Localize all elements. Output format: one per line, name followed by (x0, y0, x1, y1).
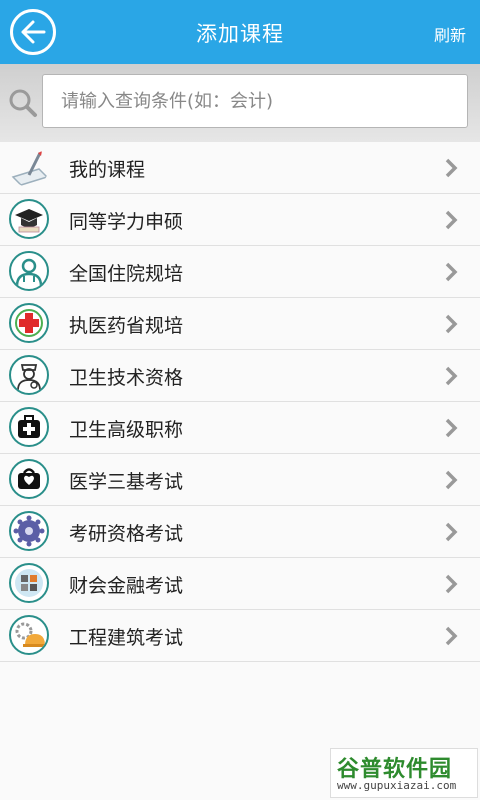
list-item-postgraduate-exam[interactable]: 考研资格考试 (0, 506, 480, 558)
list-item-label: 考研资格考试 (69, 523, 184, 545)
list-item-medical-basics-exam[interactable]: 医学三基考试 (0, 454, 480, 506)
page-title: 添加课程 (196, 22, 284, 46)
list-item-residency-training[interactable]: 全国住院规培 (0, 246, 480, 298)
refresh-button[interactable]: 刷新 (434, 22, 466, 46)
calculator-icon (9, 563, 49, 603)
chevron-right-icon (445, 366, 458, 386)
graduation-cap-icon (9, 199, 49, 239)
chevron-right-icon (445, 418, 458, 438)
list-item-label: 工程建筑考试 (69, 627, 184, 649)
chevron-right-icon (445, 626, 458, 646)
first-aid-box-icon (9, 459, 49, 499)
nurse-icon (9, 355, 49, 395)
list-item-label: 全国住院规培 (69, 263, 184, 285)
list-item-label: 卫生高级职称 (69, 419, 184, 441)
top-bar: 添加课程 刷新 (0, 0, 480, 64)
hard-hat-icon (9, 615, 49, 655)
chevron-right-icon (445, 262, 458, 282)
list-item-my-courses[interactable]: 我的课程 (0, 142, 480, 194)
course-category-list: 我的课程 同等学力申硕 全国住院规培 执医药省规培 卫生技术资格 卫生高级职称 … (0, 142, 480, 662)
watermark-url: www.gupuxiazai.com (337, 779, 457, 792)
list-item-label: 医学三基考试 (69, 471, 184, 493)
gear-badge-icon (9, 511, 49, 551)
search-field[interactable] (42, 74, 468, 128)
search-input[interactable] (43, 75, 467, 127)
chevron-right-icon (445, 158, 458, 178)
pen-paper-icon (9, 147, 49, 187)
list-item-equivalent-degree[interactable]: 同等学力申硕 (0, 194, 480, 246)
list-item-engineering-exam[interactable]: 工程建筑考试 (0, 610, 480, 662)
search-bar (0, 64, 480, 143)
chevron-right-icon (445, 470, 458, 490)
watermark: 谷普软件园 www.gupuxiazai.com (330, 748, 478, 798)
list-item-licensed-physician[interactable]: 执医药省规培 (0, 298, 480, 350)
list-item-label: 同等学力申硕 (69, 211, 184, 233)
list-item-label: 财会金融考试 (69, 575, 184, 597)
chevron-right-icon (445, 210, 458, 230)
list-item-label: 执医药省规培 (69, 315, 184, 337)
chevron-right-icon (445, 574, 458, 594)
list-item-label: 我的课程 (69, 159, 146, 181)
chevron-right-icon (445, 522, 458, 542)
medical-kit-icon (9, 407, 49, 447)
list-item-senior-health-title[interactable]: 卫生高级职称 (0, 402, 480, 454)
chevron-right-icon (445, 314, 458, 334)
doctor-icon (9, 251, 49, 291)
red-cross-icon (9, 303, 49, 343)
list-item-label: 卫生技术资格 (69, 367, 184, 389)
list-item-health-tech-qualification[interactable]: 卫生技术资格 (0, 350, 480, 402)
search-icon (9, 89, 37, 117)
list-item-finance-exam[interactable]: 财会金融考试 (0, 558, 480, 610)
